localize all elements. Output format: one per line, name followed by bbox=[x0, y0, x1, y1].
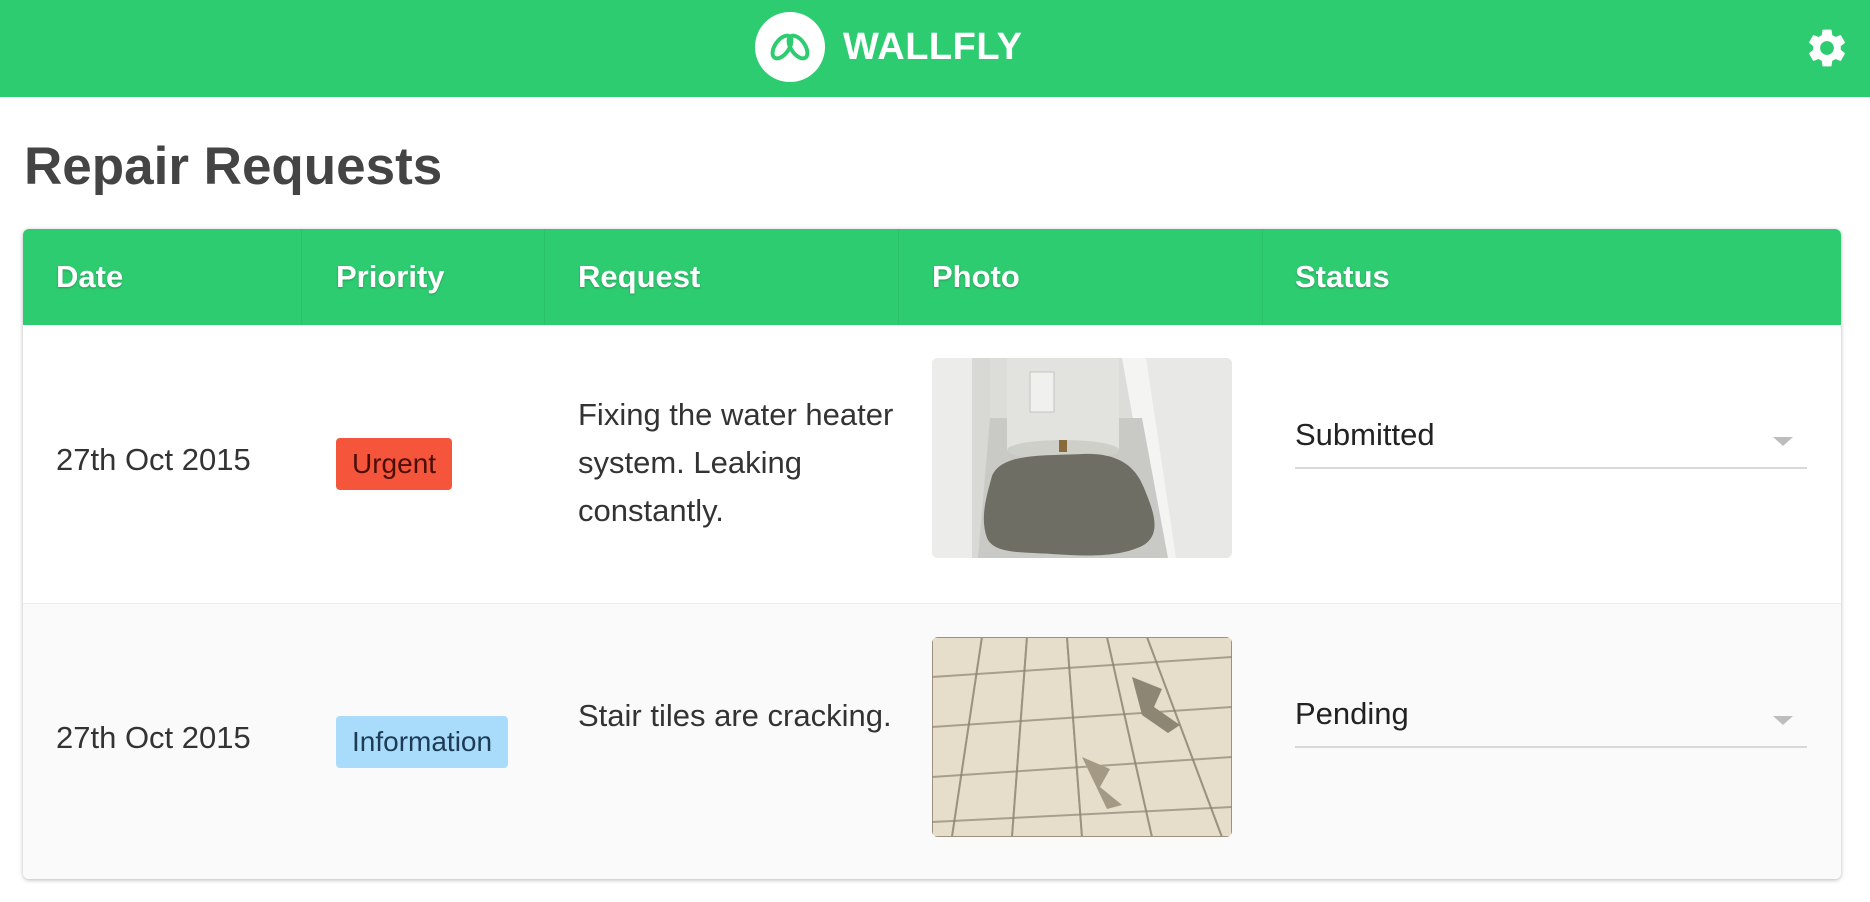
water-heater-photo[interactable] bbox=[932, 358, 1232, 558]
request-date: 27th Oct 2015 bbox=[56, 720, 251, 755]
column-header-request[interactable]: Request bbox=[578, 229, 700, 325]
table-header: Date Priority Request Photo Status bbox=[23, 229, 1841, 325]
column-divider bbox=[544, 229, 545, 325]
column-header-priority[interactable]: Priority bbox=[336, 229, 445, 325]
gear-icon bbox=[1809, 29, 1845, 67]
request-date: 27th Oct 2015 bbox=[56, 442, 251, 477]
column-header-date[interactable]: Date bbox=[56, 229, 123, 325]
brand-name: WALLFLY bbox=[843, 25, 1023, 68]
page-title: Repair Requests bbox=[24, 137, 443, 196]
column-header-status[interactable]: Status bbox=[1295, 229, 1390, 325]
column-divider bbox=[898, 229, 899, 325]
request-description: Fixing the water heater system. Leaking … bbox=[578, 397, 894, 528]
chevron-down-icon bbox=[1773, 437, 1793, 446]
column-header-photo[interactable]: Photo bbox=[932, 229, 1020, 325]
status-select[interactable]: Submitted bbox=[1295, 415, 1807, 469]
cracked-stair-tiles-photo[interactable] bbox=[932, 637, 1232, 837]
request-description: Stair tiles are cracking. bbox=[578, 698, 892, 733]
chevron-down-icon bbox=[1773, 716, 1793, 725]
priority-badge-information: Information bbox=[336, 716, 509, 768]
brand[interactable]: WALLFLY bbox=[755, 12, 1022, 82]
status-select[interactable]: Pending bbox=[1295, 694, 1807, 748]
status-value: Submitted bbox=[1295, 417, 1435, 452]
status-value: Pending bbox=[1295, 696, 1409, 731]
top-app-bar: WALLFLY bbox=[0, 0, 1870, 97]
table-row[interactable]: 27th Oct 2015 Urgent Fixing the water he… bbox=[23, 325, 1841, 604]
wallfly-logo-icon bbox=[755, 12, 825, 82]
table-row[interactable]: 27th Oct 2015 Information Stair tiles ar… bbox=[23, 604, 1841, 879]
settings-button[interactable] bbox=[1804, 25, 1850, 71]
column-divider bbox=[1262, 229, 1263, 325]
repair-requests-table: Date Priority Request Photo Status 27th … bbox=[23, 229, 1841, 879]
priority-badge-urgent: Urgent bbox=[336, 438, 453, 490]
column-divider bbox=[301, 229, 302, 325]
